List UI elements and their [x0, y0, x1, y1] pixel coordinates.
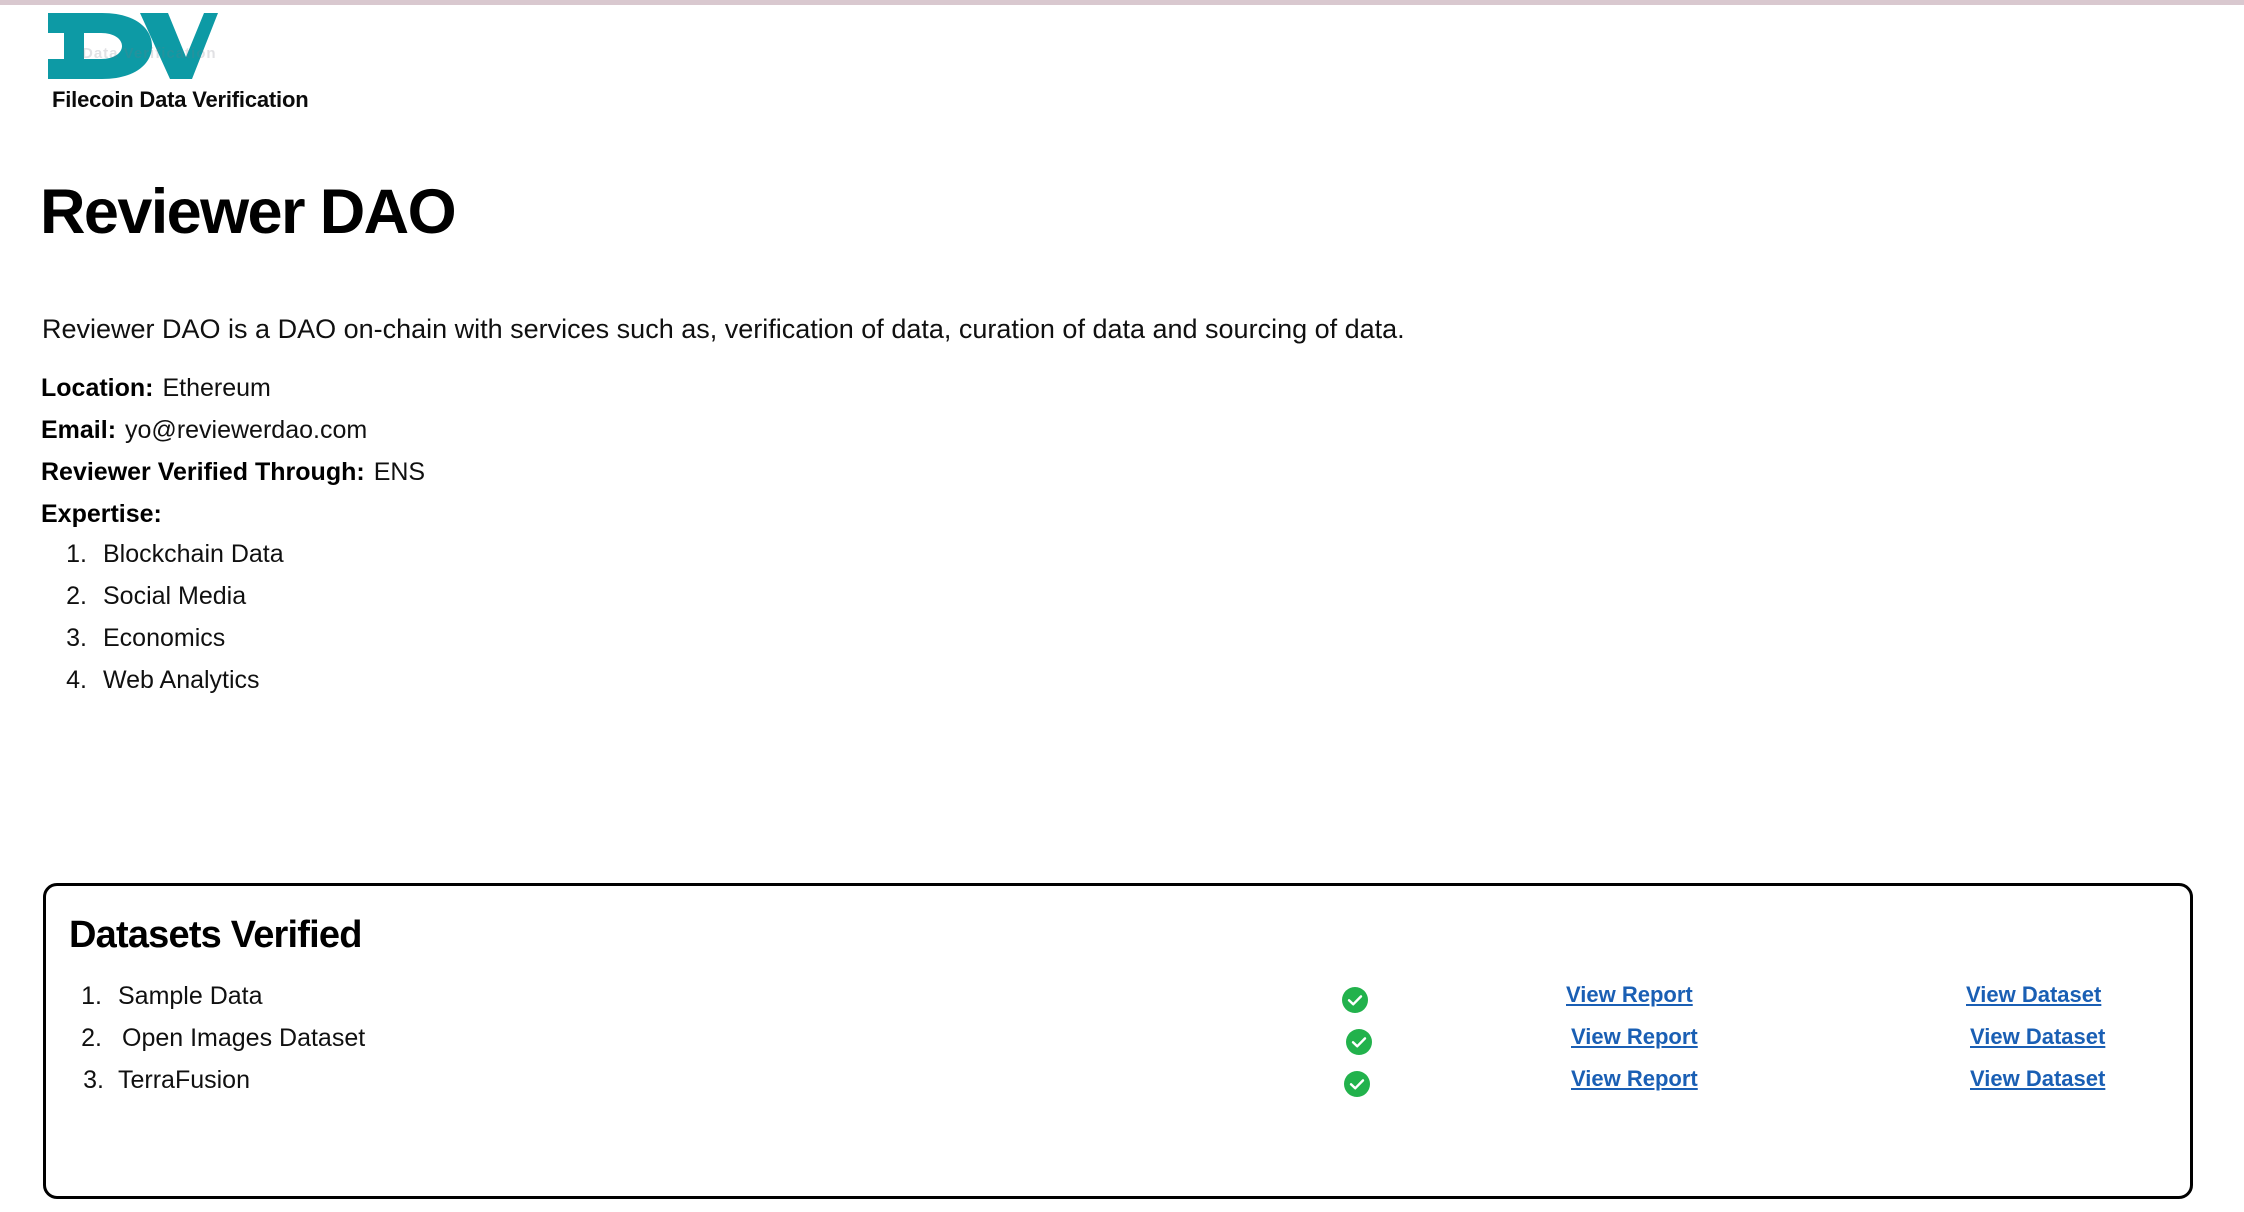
meta-row-expertise: Expertise: [41, 493, 425, 535]
dataset-name: TerraFusion [118, 1066, 250, 1094]
list-item: 1. Blockchain Data [41, 533, 284, 575]
view-dataset-link[interactable]: View Dataset [1966, 982, 2101, 1008]
list-item-label: Economics [103, 624, 226, 652]
dataset-name: Sample Data [118, 982, 263, 1010]
list-item: 3. Economics [41, 617, 284, 659]
meta-value: yo@reviewerdao.com [125, 416, 368, 444]
list-item: 2. Social Media [41, 575, 284, 617]
dataset-row-number: 1. [81, 982, 102, 1010]
list-item-label: Social Media [103, 582, 247, 610]
dataset-name: Open Images Dataset [122, 1024, 366, 1052]
verified-check-icon [1346, 1029, 1372, 1055]
dv-logo-icon [48, 13, 218, 79]
meta-value: Ethereum [162, 374, 271, 402]
meta-value: ENS [373, 458, 426, 486]
expertise-list: 1. Blockchain Data 2. Social Media 3. Econo… [41, 533, 284, 701]
meta-label: Email: [41, 416, 117, 444]
card-title: Datasets Verified [69, 914, 362, 956]
dataset-row-number: 2. [81, 1024, 102, 1052]
dataset-row-list: 1. Sample Data View Report View Dataset … [46, 982, 2190, 1108]
page-title: Reviewer DAO [40, 177, 457, 248]
view-report-link[interactable]: View Report [1571, 1024, 1698, 1050]
verified-check-icon [1342, 987, 1368, 1013]
list-item-number: 4. [66, 666, 87, 694]
table-row: 2. Open Images Dataset View Report View … [46, 1024, 2190, 1066]
table-row: 3. TerraFusion View Report View Dataset [46, 1066, 2190, 1108]
brand-header: Data Verification Filecoin Data Verifica… [44, 7, 309, 113]
list-item-label: Blockchain Data [103, 540, 284, 568]
meta-label: Reviewer Verified Through: [41, 458, 365, 486]
meta-label: Expertise: [41, 500, 162, 528]
dao-description: Reviewer DAO is a DAO on-chain with serv… [42, 314, 1405, 344]
list-item-number: 1. [66, 540, 87, 568]
list-item-number: 3. [66, 624, 87, 652]
meta-row-verified-through: Reviewer Verified Through: ENS [41, 451, 425, 493]
view-dataset-link[interactable]: View Dataset [1970, 1066, 2105, 1092]
list-item-number: 2. [66, 582, 87, 610]
view-report-link[interactable]: View Report [1571, 1066, 1698, 1092]
dao-meta-list: Location: Ethereum Email: yo@reviewerdao.c… [41, 367, 425, 535]
list-item: 4. Web Analytics [41, 659, 284, 701]
datasets-verified-card: Datasets Verified 1. Sample Data View Re… [43, 883, 2193, 1199]
table-row: 1. Sample Data View Report View Dataset [46, 982, 2190, 1024]
meta-row-location: Location: Ethereum [41, 367, 425, 409]
dataset-row-number: 3. [83, 1066, 104, 1094]
meta-row-email: Email: yo@reviewerdao.com [41, 409, 425, 451]
top-accent-bar [0, 0, 2244, 5]
list-item-label: Web Analytics [103, 666, 260, 694]
view-report-link[interactable]: View Report [1566, 982, 1693, 1008]
brand-subtitle: Filecoin Data Verification [52, 87, 309, 112]
meta-label: Location: [41, 374, 154, 402]
view-dataset-link[interactable]: View Dataset [1970, 1024, 2105, 1050]
verified-check-icon [1344, 1071, 1370, 1097]
dv-logo: Data Verification [44, 7, 219, 85]
